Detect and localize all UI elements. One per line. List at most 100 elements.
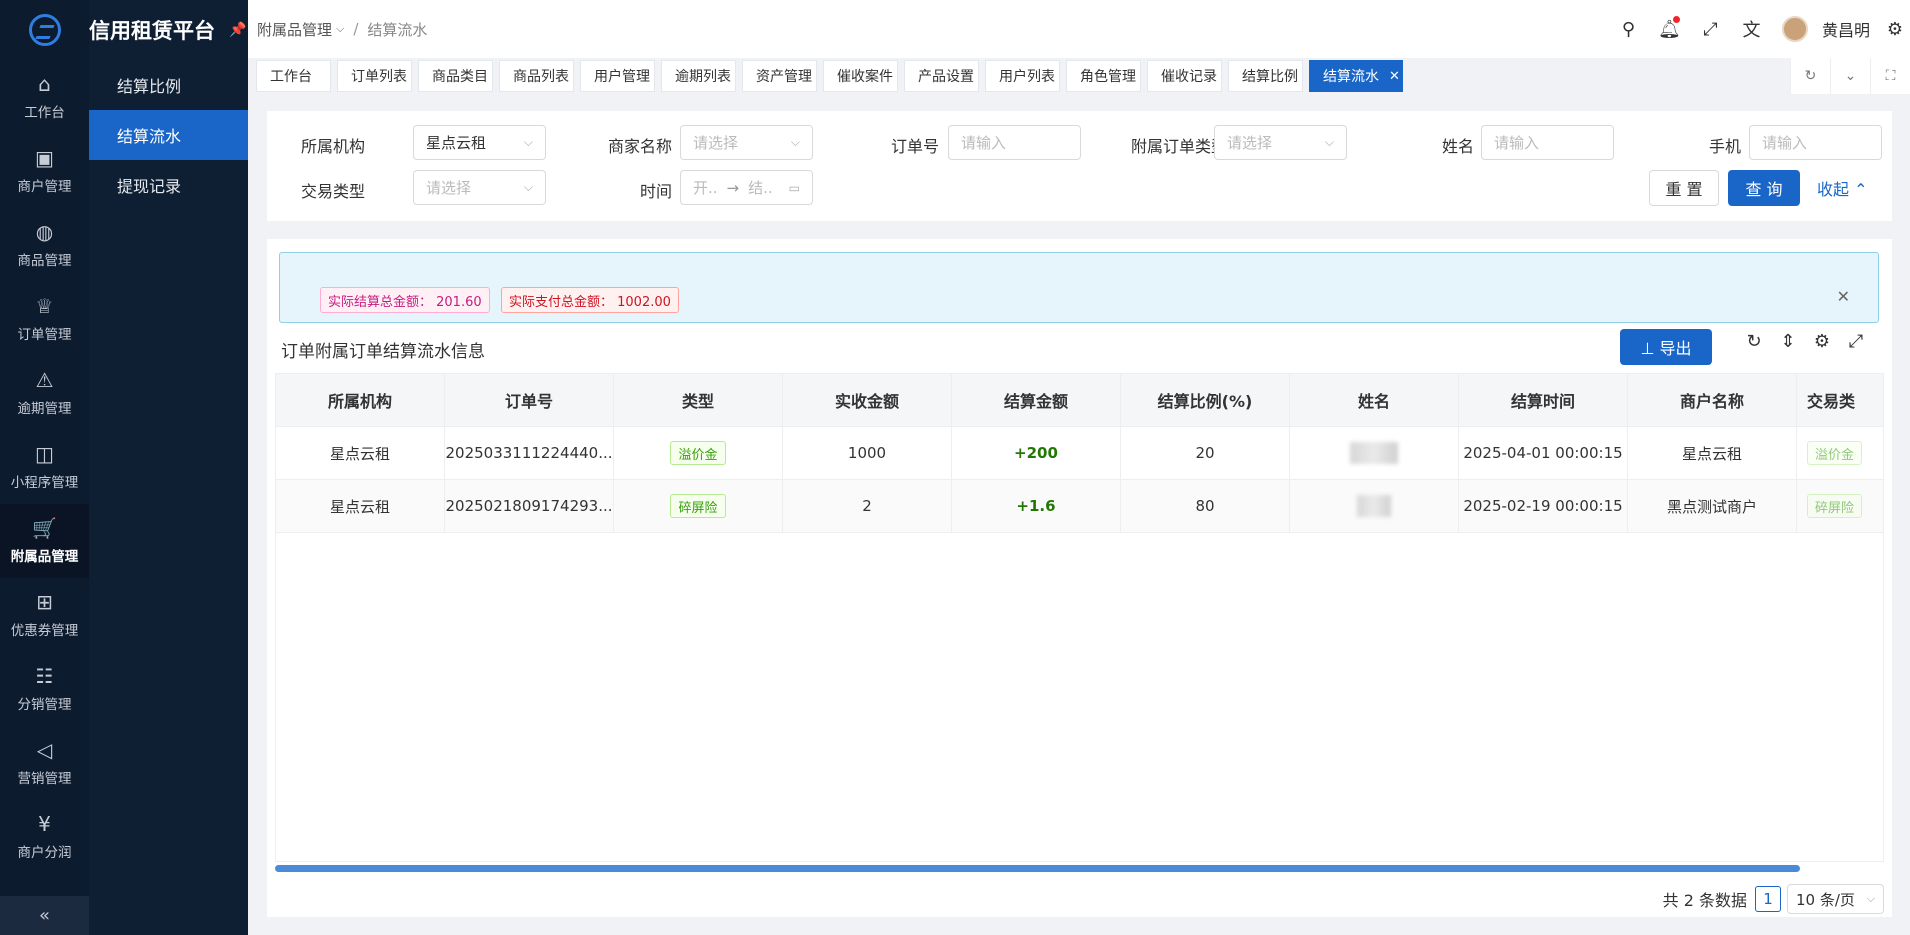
chevron-down-icon: ⌵ — [1866, 892, 1875, 905]
rail-item-7[interactable]: ⊞ 优惠券管理 — [0, 578, 89, 652]
tab-6[interactable]: 资产管理 — [742, 60, 817, 92]
cell-settle-amount: +1.6 — [952, 480, 1121, 532]
column-header: 商户名称 — [1628, 374, 1797, 426]
main-nav-rail: ⌂ 工作台 ▣ 商户管理 ◍ 商品管理 ♕ 订单管理 ⚠ 逾期管理 ◫ 小程序管理 🛒 附属品管理 ⊞ 优惠券… — [0, 0, 89, 935]
tab-fullscreen-icon[interactable]: ⛶ — [1870, 58, 1910, 94]
collapse-filter-button[interactable]: 收起 ⌃ — [1817, 170, 1868, 206]
page-1-button[interactable]: 1 — [1755, 886, 1781, 912]
app-logo — [0, 0, 89, 60]
tab-4[interactable]: 用户管理 — [580, 60, 655, 92]
phone-label: 手机 — [1708, 137, 1741, 156]
gift-icon: ⊞ — [36, 590, 53, 614]
chevron-down-icon: ⌵ — [1324, 135, 1334, 149]
cell-order-no[interactable]: 2025033111224440... — [445, 427, 614, 479]
tab-8[interactable]: 产品设置 — [904, 60, 979, 92]
app-title-bar: 信用租赁平台 📌 — [89, 0, 248, 60]
collapse-sidebar-button[interactable]: « — [0, 896, 89, 935]
rail-item-5[interactable]: ◫ 小程序管理 — [0, 430, 89, 504]
page-size-select[interactable]: 10 条/页 ⌵ — [1787, 884, 1884, 914]
rail-item-2[interactable]: ◍ 商品管理 — [0, 208, 89, 282]
org-select[interactable]: 星点云租 ⌵ — [413, 125, 546, 160]
time-range-picker[interactable]: 开.. → 结.. ▭ — [680, 170, 813, 205]
user-name[interactable]: 黄昌明 — [1822, 17, 1870, 41]
name-input[interactable]: 请输入 — [1481, 125, 1614, 160]
rail-item-0[interactable]: ⌂ 工作台 — [0, 60, 89, 134]
query-button[interactable]: 查 询 — [1728, 170, 1800, 206]
tab-12[interactable]: 结算比例 — [1228, 60, 1303, 92]
rail-item-9[interactable]: ◁ 营销管理 — [0, 726, 89, 800]
fullscreen-icon[interactable]: ⤢ — [1839, 331, 1873, 352]
tab-1[interactable]: 订单列表 — [337, 60, 412, 92]
sub-item-settle-flow[interactable]: 结算流水 — [89, 110, 248, 160]
sub-order-type-select[interactable]: 请选择 ⌵ — [1214, 125, 1347, 160]
column-header: 姓名 — [1290, 374, 1459, 426]
tab-label: 产品设置 — [918, 69, 974, 85]
table-row[interactable]: 星点云租 2025021809174293... 碎屏险 2 +1.6 80 2… — [276, 480, 1883, 533]
search-icon[interactable]: ⚲ — [1608, 19, 1649, 40]
pin-icon[interactable]: 📌 — [229, 22, 246, 38]
tab-13[interactable]: 结算流水 ✕ — [1309, 60, 1403, 92]
rail-item-4[interactable]: ⚠ 逾期管理 — [0, 356, 89, 430]
tab-2[interactable]: 商品类目 — [418, 60, 493, 92]
rail-item-1[interactable]: ▣ 商户管理 — [0, 134, 89, 208]
rail-item-10[interactable]: ¥ 商户分润 — [0, 800, 89, 874]
chevron-down-icon: ⌵ — [336, 22, 345, 35]
tab-5[interactable]: 逾期列表 — [661, 60, 736, 92]
tab-0[interactable]: 工作台 — [256, 60, 331, 92]
merchant-select[interactable]: 请选择 ⌵ — [680, 125, 813, 160]
time-start-placeholder: 开.. — [693, 179, 718, 197]
rail-item-8[interactable]: ☷ 分销管理 — [0, 652, 89, 726]
tab-10[interactable]: 角色管理 — [1066, 60, 1141, 92]
chevron-down-icon: ⌵ — [523, 135, 533, 149]
bell-icon[interactable]: 🔔︎ — [1649, 15, 1690, 40]
translate-icon[interactable]: 文 — [1731, 16, 1772, 42]
column-height-icon[interactable]: ⇕ — [1771, 331, 1805, 352]
tab-7[interactable]: 催收案件 — [823, 60, 898, 92]
rail-item-label: 小程序管理 — [10, 475, 79, 491]
avatar[interactable] — [1781, 16, 1808, 42]
trade-type-select[interactable]: 请选择 ⌵ — [413, 170, 546, 205]
breadcrumb-parent[interactable]: 附属品管理 — [257, 19, 332, 40]
redacted-name — [1357, 495, 1391, 517]
gear-icon[interactable]: ⚙ — [1880, 19, 1910, 40]
cell-name — [1290, 427, 1459, 479]
table-row[interactable]: 星点云租 2025033111224440... 溢价金 1000 +200 2… — [276, 427, 1883, 480]
arrow-right-icon: → — [726, 178, 740, 197]
cell-received: 1000 — [783, 427, 952, 479]
cell-order-no[interactable]: 2025021809174293... — [445, 480, 614, 532]
briefcase-icon: ▣ — [35, 146, 54, 170]
fullscreen-icon[interactable]: ⤢ — [1690, 19, 1731, 40]
type-tag: 碎屏险 — [670, 494, 726, 518]
merchant-label: 商家名称 — [607, 137, 672, 156]
sub-item-settle-ratio[interactable]: 结算比例 — [89, 60, 248, 110]
apple-icon: ◍ — [35, 220, 54, 244]
redacted-name — [1350, 442, 1398, 464]
merchant-select-placeholder: 请选择 — [693, 134, 739, 152]
table-title: 订单附属订单结算流水信息 — [281, 342, 485, 362]
close-icon[interactable]: ✕ — [1837, 287, 1850, 306]
refresh-tab-icon[interactable]: ↻ — [1790, 58, 1830, 94]
close-tab-icon[interactable]: ✕ — [1389, 69, 1400, 84]
horizontal-scrollbar[interactable] — [275, 865, 1800, 872]
tab-label: 资产管理 — [756, 69, 812, 85]
reset-button[interactable]: 重 置 — [1649, 170, 1719, 206]
tab-3[interactable]: 商品列表 — [499, 60, 574, 92]
reload-icon[interactable]: ↻ — [1737, 331, 1771, 352]
time-end-placeholder: 结.. — [748, 179, 773, 197]
rail-item-label: 工作台 — [24, 105, 65, 121]
rail-item-6[interactable]: 🛒 附属品管理 — [0, 504, 89, 578]
tab-label: 角色管理 — [1080, 69, 1136, 85]
settings-icon[interactable]: ⚙ — [1805, 331, 1839, 352]
column-header: 实收金额 — [783, 374, 952, 426]
cell-ratio: 20 — [1121, 427, 1290, 479]
tab-11[interactable]: 催收记录 — [1147, 60, 1222, 92]
tab-menu-chevron-icon[interactable]: ⌄ — [1830, 58, 1870, 94]
export-button[interactable]: ⊥ 导出 — [1620, 329, 1712, 365]
tab-9[interactable]: 用户列表 — [985, 60, 1060, 92]
cell-ratio: 80 — [1121, 480, 1290, 532]
order-no-input[interactable]: 请输入 — [948, 125, 1081, 160]
phone-input[interactable]: 请输入 — [1749, 125, 1882, 160]
sub-item-withdraw-records[interactable]: 提现记录 — [89, 160, 248, 210]
result-card: 实际结算总金额： 201.60 实际支付总金额： 1002.00 ✕ 订单附属订… — [267, 239, 1892, 917]
rail-item-3[interactable]: ♕ 订单管理 — [0, 282, 89, 356]
